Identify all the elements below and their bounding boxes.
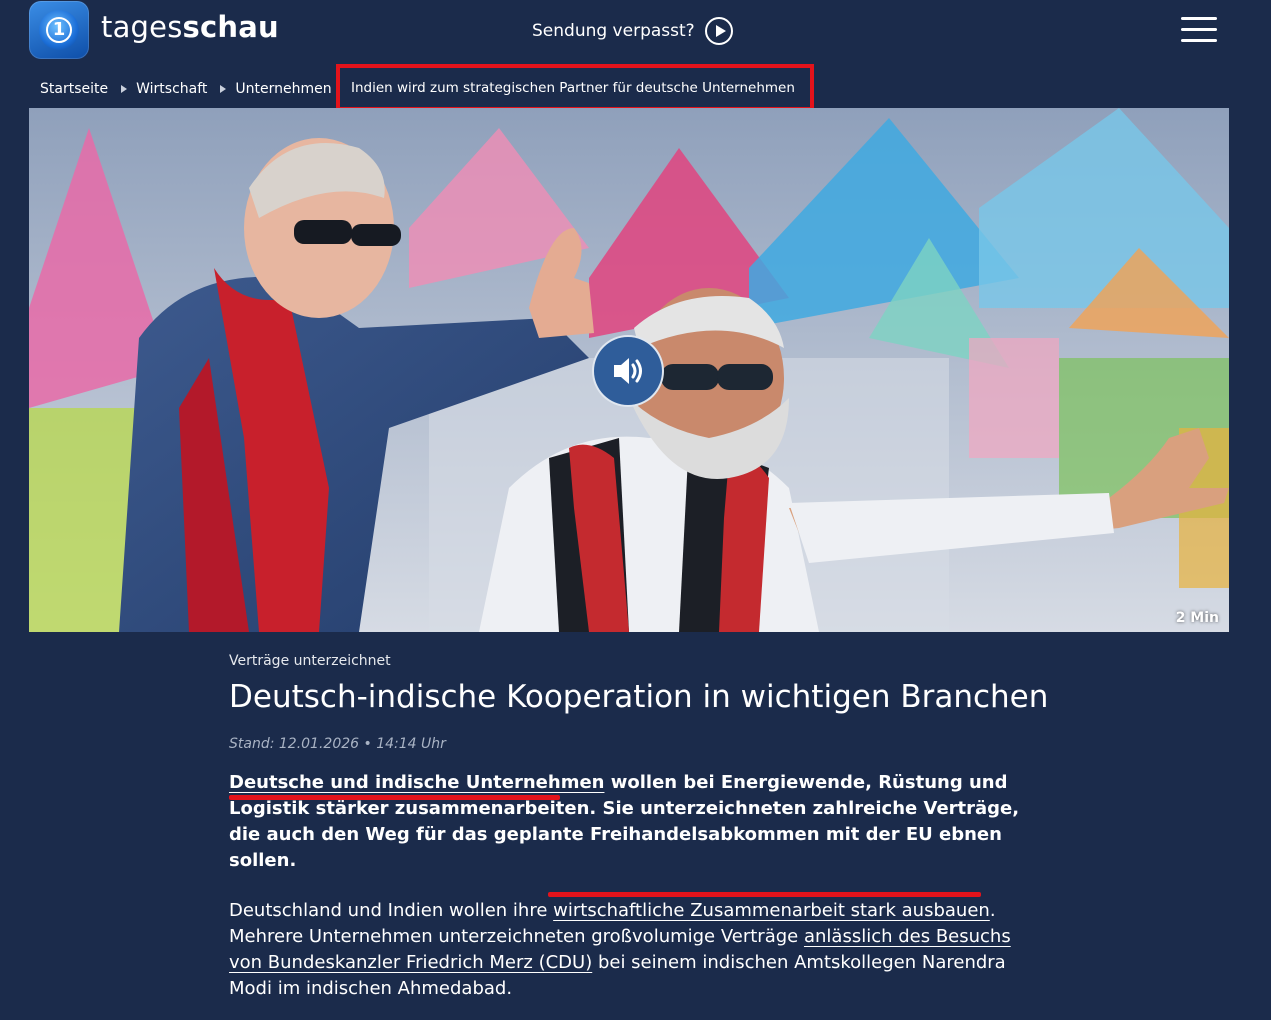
logo-text-bold: schau	[182, 10, 279, 44]
video-duration: 2 Min	[1175, 610, 1219, 626]
site-logo-text[interactable]: tagesschau	[101, 10, 279, 44]
lead-link-unternehmen[interactable]: Deutsche und indische Unternehmen	[229, 772, 604, 793]
sound-toggle-button[interactable]	[592, 335, 664, 407]
article-kicker: Verträge unterzeichnet	[229, 653, 391, 669]
breadcrumb-unternehmen[interactable]: Unternehmen	[235, 81, 331, 97]
article-headline: Deutsch-indische Kooperation in wichtige…	[229, 679, 1049, 715]
site-header: 1 tagesschau Sendung verpasst?	[0, 0, 1271, 62]
sendung-verpasst-button[interactable]: Sendung verpasst?	[532, 17, 733, 45]
speaker-icon	[614, 358, 642, 384]
breadcrumb-arrow-icon	[220, 85, 227, 93]
highlight-underline-lead	[229, 795, 560, 800]
menu-icon[interactable]	[1181, 17, 1217, 43]
sendung-verpasst-label: Sendung verpasst?	[532, 21, 695, 41]
body-text-1: Deutschland und Indien wollen ihre	[229, 899, 554, 921]
article-timestamp: Stand: 12.01.2026 • 14:14 Uhr	[229, 735, 446, 752]
breadcrumb-arrow-icon	[121, 85, 128, 93]
play-icon	[704, 17, 733, 45]
article-lead: Deutsche und indische Unternehmen wollen…	[229, 770, 1041, 874]
breadcrumb-wirtschaft[interactable]: Wirtschaft	[136, 81, 207, 97]
breadcrumb: Startseite Wirtschaft Unternehmen	[40, 78, 332, 100]
logo-text-light: tages	[101, 10, 183, 44]
body-link-zusammenarbeit[interactable]: wirtschaftliche Zusammenarbeit stark aus…	[553, 900, 990, 921]
hero-video[interactable]: 2 Min	[29, 108, 1229, 632]
article: Verträge unterzeichnet Deutsch-indische …	[229, 650, 1049, 1020]
breadcrumb-startseite[interactable]: Startseite	[40, 81, 108, 97]
tagesschau-logo-icon[interactable]: 1	[29, 1, 89, 59]
highlight-underline-body	[548, 892, 981, 897]
breadcrumb-current-label: Indien wird zum strategischen Partner fü…	[351, 79, 795, 96]
article-paragraph: Deutschland und Indien wollen ihre wirts…	[229, 898, 1041, 1002]
breadcrumb-current-highlighted: Indien wird zum strategischen Partner fü…	[336, 64, 814, 111]
